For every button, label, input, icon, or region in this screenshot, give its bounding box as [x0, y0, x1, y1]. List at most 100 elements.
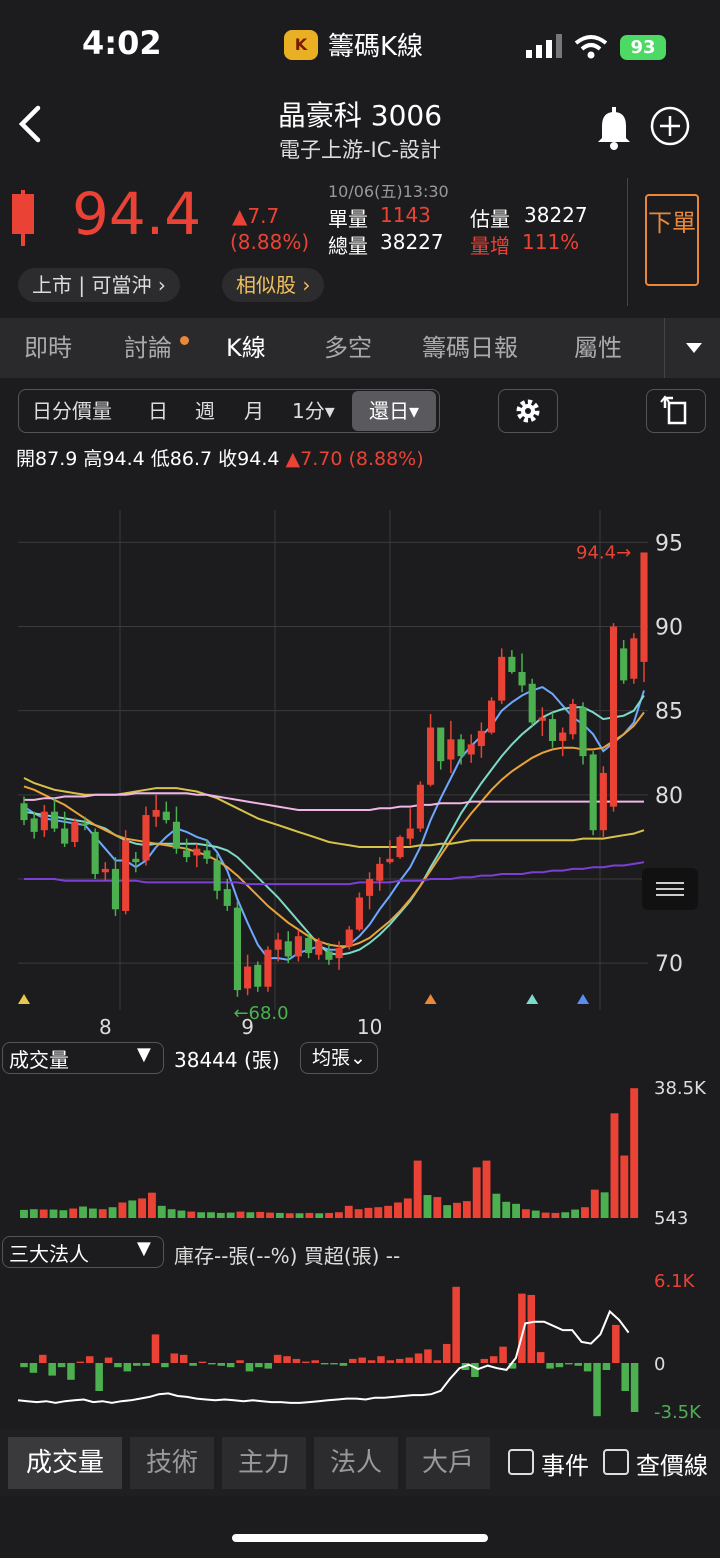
institutional-bar [104, 1357, 113, 1363]
institutional-bar [161, 1363, 169, 1368]
volume-bar [69, 1208, 78, 1218]
volume-max-label: 38.5K [654, 1078, 707, 1099]
candle [30, 818, 38, 832]
bottom-tab-big-holders[interactable]: 大戶 [406, 1437, 490, 1489]
institutional-bar [39, 1354, 47, 1363]
candle [223, 889, 231, 906]
signal-marker-icon [18, 994, 30, 1004]
event-checkbox-label: 事件 [541, 1452, 589, 1480]
institutional-bar [583, 1363, 592, 1372]
y-tick-label: 95 [655, 531, 683, 556]
price-line-checkbox[interactable] [603, 1449, 629, 1475]
institutional-bar [76, 1361, 85, 1363]
inst-summary: 庫存--張(--%) 買超(張) -- [174, 1244, 401, 1268]
institutional-bar [86, 1356, 94, 1363]
volume-bar [581, 1207, 589, 1218]
candle [569, 703, 577, 735]
volume-bar [512, 1203, 520, 1218]
candle [355, 897, 363, 930]
bottom-tab-institutional[interactable]: 法人 [314, 1437, 398, 1489]
institutional-bar [546, 1363, 554, 1369]
institutional-bar [283, 1356, 291, 1363]
volume-bar [59, 1210, 68, 1218]
candle [406, 828, 414, 839]
volume-bar [20, 1209, 28, 1218]
candle [81, 823, 89, 826]
volume-bar [423, 1195, 432, 1218]
y-tick-label: 90 [655, 616, 683, 641]
volume-bar [531, 1210, 540, 1218]
candle [183, 850, 191, 858]
volume-summary: 38444 (張) [174, 1048, 280, 1072]
candle [254, 964, 262, 987]
institutional-bar [132, 1363, 141, 1366]
ma-line [23, 711, 645, 948]
volume-bar [443, 1205, 452, 1218]
institutional-bar [170, 1353, 179, 1363]
institutional-bar [264, 1363, 272, 1369]
bottom-tab-volume[interactable]: 成交量 [8, 1437, 122, 1489]
institutional-bar [255, 1363, 263, 1368]
signal-marker-icon [526, 994, 539, 1004]
kline-charts[interactable]: 95908580757094.4→←68.0891038.5K5436.1K0-… [0, 0, 720, 1558]
candle [427, 727, 435, 785]
volume-bar [620, 1155, 629, 1218]
institutional-bar [67, 1363, 75, 1380]
bottom-tab-main-force[interactable]: 主力 [222, 1437, 306, 1489]
candle [335, 948, 343, 959]
event-checkbox[interactable] [508, 1449, 534, 1475]
candle [437, 727, 445, 762]
candle [203, 850, 211, 859]
volume-bar [236, 1211, 245, 1218]
institutional-bar [320, 1363, 329, 1365]
institutional-bar [245, 1363, 254, 1372]
institutional-bar [574, 1363, 582, 1366]
volume-bar [462, 1201, 471, 1218]
institutional-bar [612, 1324, 620, 1363]
institutional-bar [377, 1356, 385, 1363]
volume-bar [49, 1209, 58, 1218]
candle [20, 803, 28, 821]
inst-indicator-select[interactable]: 三大法人 ▼ [2, 1236, 164, 1268]
home-indicator [232, 1534, 488, 1542]
inst-select-label: 三大法人 [9, 1242, 89, 1266]
signal-marker-icon [577, 994, 590, 1004]
candle [579, 707, 587, 757]
candle [498, 656, 506, 701]
price-line-checkbox-label: 查價線 [636, 1452, 708, 1480]
candle [162, 811, 170, 821]
institutional-bar [208, 1363, 216, 1365]
institutional-bar [593, 1363, 601, 1417]
y-tick-label: 70 [655, 952, 683, 977]
volume-bar [177, 1210, 186, 1218]
volume-bar [88, 1208, 97, 1218]
institutional-bar [179, 1354, 188, 1363]
candle [518, 671, 526, 686]
volume-mode-select[interactable]: 均張⌄ [300, 1042, 378, 1074]
institutional-bar [236, 1360, 244, 1363]
volume-indicator-select[interactable]: 成交量 ▼ [2, 1042, 164, 1074]
volume-bar [216, 1212, 225, 1218]
y-tick-label: 85 [655, 700, 683, 725]
candle [609, 626, 618, 807]
volume-bar [187, 1211, 196, 1218]
volume-bar [315, 1213, 324, 1218]
institutional-bar [311, 1360, 319, 1363]
candle [91, 831, 99, 874]
volume-bar [138, 1198, 147, 1218]
candle [386, 858, 394, 863]
volume-bar [453, 1202, 461, 1218]
institutional-bar [602, 1363, 611, 1370]
volume-bar [551, 1212, 560, 1218]
institutional-bar [442, 1343, 451, 1363]
institutional-bar [527, 1294, 536, 1363]
volume-bar [344, 1205, 353, 1218]
volume-bar [561, 1212, 570, 1218]
bottom-tab-technical[interactable]: 技術 [130, 1437, 214, 1489]
candle [589, 754, 597, 831]
candle [630, 638, 638, 679]
institutional-bar [349, 1358, 357, 1363]
candle [376, 863, 384, 881]
high-price-marker: 94.4→ [576, 542, 631, 563]
institutional-bar [29, 1363, 38, 1373]
